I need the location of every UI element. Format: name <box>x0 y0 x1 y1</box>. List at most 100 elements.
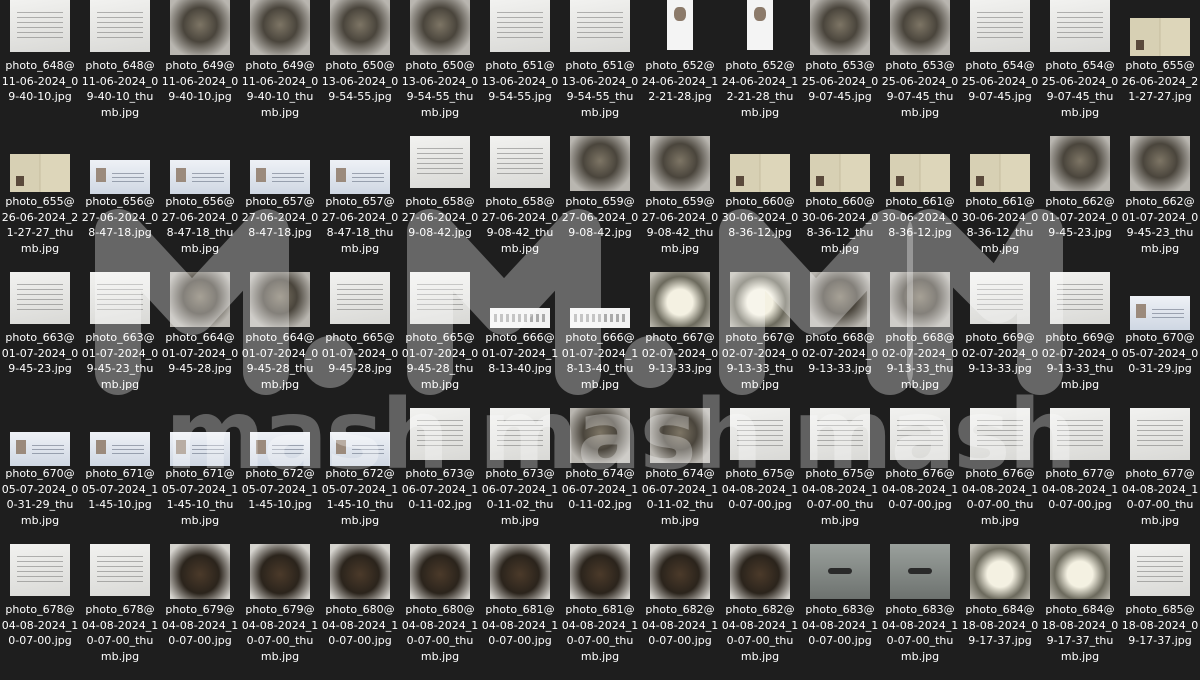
file-item[interactable]: photo_675@ 04-08-2024_1 0-07-00_thu mb.j… <box>800 408 880 544</box>
file-item[interactable]: photo_665@ 01-07-2024_0 9-45-28_thu mb.j… <box>400 272 480 408</box>
file-item[interactable]: photo_678@ 04-08-2024_1 0-07-00_thu mb.j… <box>80 544 160 680</box>
file-thumbnail[interactable] <box>250 544 310 599</box>
file-thumbnail[interactable] <box>730 544 790 599</box>
file-thumbnail[interactable] <box>170 0 230 55</box>
file-item[interactable]: photo_672@ 05-07-2024_1 1-45-10.jpg <box>240 408 320 544</box>
file-item[interactable]: photo_651@ 13-06-2024_0 9-54-55.jpg <box>480 0 560 136</box>
file-item[interactable]: photo_670@ 05-07-2024_0 0-31-29.jpg <box>1120 272 1200 408</box>
file-thumbnail[interactable] <box>170 544 230 599</box>
file-item[interactable]: photo_684@ 18-08-2024_0 9-17-37.jpg <box>960 544 1040 680</box>
file-thumbnail[interactable] <box>810 154 870 192</box>
file-thumbnail[interactable] <box>410 408 470 460</box>
file-thumbnail[interactable] <box>10 272 70 324</box>
file-thumbnail[interactable] <box>90 0 150 52</box>
file-thumbnail[interactable] <box>490 308 550 328</box>
file-thumbnail[interactable] <box>490 136 550 188</box>
file-thumbnail[interactable] <box>330 432 390 466</box>
file-item[interactable]: photo_673@ 06-07-2024_1 0-11-02.jpg <box>400 408 480 544</box>
file-item[interactable]: photo_652@ 24-06-2024_1 2-21-28_thu mb.j… <box>720 0 800 136</box>
file-item[interactable]: photo_666@ 01-07-2024_1 8-13-40_thu mb.j… <box>560 272 640 408</box>
file-thumbnail[interactable] <box>410 0 470 55</box>
file-thumbnail[interactable] <box>170 160 230 194</box>
file-thumbnail[interactable] <box>330 0 390 55</box>
file-item[interactable]: photo_683@ 04-08-2024_1 0-07-00.jpg <box>800 544 880 680</box>
file-thumbnail[interactable] <box>170 432 230 466</box>
file-thumbnail[interactable] <box>1050 408 1110 460</box>
file-thumbnail[interactable] <box>1130 296 1190 330</box>
file-thumbnail[interactable] <box>570 408 630 463</box>
file-thumbnail[interactable] <box>970 154 1030 192</box>
file-thumbnail[interactable] <box>490 0 550 52</box>
file-item[interactable]: photo_676@ 04-08-2024_1 0-07-00.jpg <box>880 408 960 544</box>
file-item[interactable]: photo_666@ 01-07-2024_1 8-13-40.jpg <box>480 272 560 408</box>
file-thumbnail[interactable] <box>650 408 710 463</box>
file-item[interactable]: photo_656@ 27-06-2024_0 8-47-18.jpg <box>80 136 160 272</box>
file-item[interactable]: photo_681@ 04-08-2024_1 0-07-00.jpg <box>480 544 560 680</box>
file-item[interactable]: photo_657@ 27-06-2024_0 8-47-18.jpg <box>240 136 320 272</box>
file-thumbnail[interactable] <box>10 432 70 466</box>
file-item[interactable]: photo_654@ 25-06-2024_0 9-07-45_thu mb.j… <box>1040 0 1120 136</box>
file-thumbnail[interactable] <box>330 544 390 599</box>
file-item[interactable]: photo_659@ 27-06-2024_0 9-08-42_thu mb.j… <box>640 136 720 272</box>
file-item[interactable]: photo_648@ 11-06-2024_0 9-40-10_thu mb.j… <box>80 0 160 136</box>
file-item[interactable]: photo_662@ 01-07-2024_0 9-45-23.jpg <box>1040 136 1120 272</box>
file-item[interactable]: photo_649@ 11-06-2024_0 9-40-10_thu mb.j… <box>240 0 320 136</box>
file-item[interactable]: photo_661@ 30-06-2024_0 8-36-12.jpg <box>880 136 960 272</box>
file-item[interactable]: photo_659@ 27-06-2024_0 9-08-42.jpg <box>560 136 640 272</box>
file-item[interactable]: photo_652@ 24-06-2024_1 2-21-28.jpg <box>640 0 720 136</box>
file-thumbnail[interactable] <box>170 272 230 327</box>
file-thumbnail[interactable] <box>1130 136 1190 191</box>
file-item[interactable]: photo_677@ 04-08-2024_1 0-07-00.jpg <box>1040 408 1120 544</box>
file-item[interactable]: photo_684@ 18-08-2024_0 9-17-37_thu mb.j… <box>1040 544 1120 680</box>
file-thumbnail[interactable] <box>570 544 630 599</box>
file-thumbnail[interactable] <box>1050 272 1110 324</box>
file-item[interactable]: photo_662@ 01-07-2024_0 9-45-23_thu mb.j… <box>1120 136 1200 272</box>
file-item[interactable]: photo_650@ 13-06-2024_0 9-54-55.jpg <box>320 0 400 136</box>
file-item[interactable]: photo_675@ 04-08-2024_1 0-07-00.jpg <box>720 408 800 544</box>
file-thumbnail[interactable] <box>730 272 790 327</box>
file-thumbnail[interactable] <box>410 136 470 188</box>
file-item[interactable]: photo_660@ 30-06-2024_0 8-36-12_thu mb.j… <box>800 136 880 272</box>
file-item[interactable]: photo_658@ 27-06-2024_0 9-08-42_thu mb.j… <box>480 136 560 272</box>
file-thumbnail[interactable] <box>667 0 693 50</box>
file-thumbnail[interactable] <box>890 154 950 192</box>
file-thumbnail[interactable] <box>650 272 710 327</box>
file-item[interactable]: photo_664@ 01-07-2024_0 9-45-28_thu mb.j… <box>240 272 320 408</box>
file-item[interactable]: photo_665@ 01-07-2024_0 9-45-28.jpg <box>320 272 400 408</box>
file-item[interactable]: photo_670@ 05-07-2024_0 0-31-29_thu mb.j… <box>0 408 80 544</box>
file-item[interactable]: photo_653@ 25-06-2024_0 9-07-45_thu mb.j… <box>880 0 960 136</box>
file-thumbnail[interactable] <box>810 544 870 599</box>
file-thumbnail[interactable] <box>10 544 70 596</box>
file-item[interactable]: photo_654@ 25-06-2024_0 9-07-45.jpg <box>960 0 1040 136</box>
file-thumbnail[interactable] <box>90 432 150 466</box>
file-thumbnail[interactable] <box>250 272 310 327</box>
file-item[interactable]: photo_648@ 11-06-2024_0 9-40-10.jpg <box>0 0 80 136</box>
file-thumbnail[interactable] <box>570 136 630 191</box>
file-item[interactable]: photo_671@ 05-07-2024_1 1-45-10.jpg <box>80 408 160 544</box>
file-thumbnail[interactable] <box>10 154 70 192</box>
file-thumbnail[interactable] <box>250 0 310 55</box>
file-item[interactable]: photo_668@ 02-07-2024_0 9-13-33.jpg <box>800 272 880 408</box>
file-thumbnail[interactable] <box>250 432 310 466</box>
file-thumbnail[interactable] <box>1050 544 1110 599</box>
file-thumbnail[interactable] <box>650 136 710 191</box>
file-thumbnail[interactable] <box>90 272 150 324</box>
file-item[interactable]: photo_663@ 01-07-2024_0 9-45-23.jpg <box>0 272 80 408</box>
file-item[interactable]: photo_655@ 26-06-2024_2 1-27-27_thu mb.j… <box>0 136 80 272</box>
file-thumbnail[interactable] <box>890 544 950 599</box>
file-item[interactable]: photo_683@ 04-08-2024_1 0-07-00_thu mb.j… <box>880 544 960 680</box>
file-thumbnail[interactable] <box>970 408 1030 460</box>
file-item[interactable]: photo_673@ 06-07-2024_1 0-11-02_thu mb.j… <box>480 408 560 544</box>
file-thumbnail[interactable] <box>810 408 870 460</box>
file-thumbnail[interactable] <box>490 408 550 460</box>
file-item[interactable]: photo_657@ 27-06-2024_0 8-47-18_thu mb.j… <box>320 136 400 272</box>
file-thumbnail[interactable] <box>890 408 950 460</box>
file-thumbnail[interactable] <box>250 160 310 194</box>
file-thumbnail[interactable] <box>570 308 630 328</box>
file-thumbnail[interactable] <box>570 0 630 52</box>
file-item[interactable]: photo_679@ 04-08-2024_1 0-07-00.jpg <box>160 544 240 680</box>
file-item[interactable]: photo_663@ 01-07-2024_0 9-45-23_thu mb.j… <box>80 272 160 408</box>
file-item[interactable]: photo_668@ 02-07-2024_0 9-13-33_thu mb.j… <box>880 272 960 408</box>
file-item[interactable]: photo_680@ 04-08-2024_1 0-07-00.jpg <box>320 544 400 680</box>
file-thumbnail[interactable] <box>730 154 790 192</box>
